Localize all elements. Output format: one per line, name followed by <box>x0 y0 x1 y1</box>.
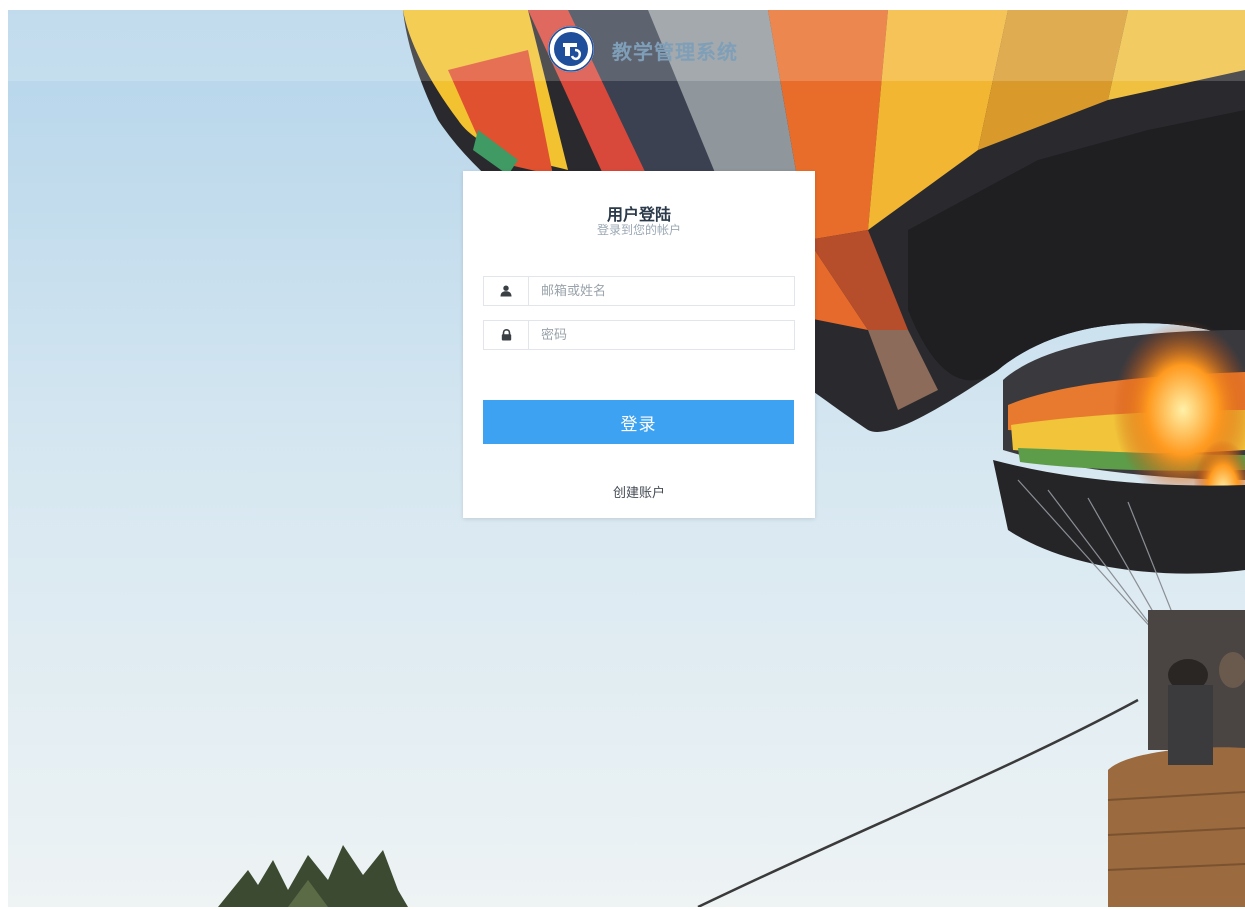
password-field-group <box>483 320 795 350</box>
user-icon <box>484 277 529 305</box>
login-card: 用户登陆 登录到您的帐户 登录 创建账户 <box>463 171 815 518</box>
password-input[interactable] <box>529 321 794 349</box>
school-logo-icon <box>548 26 594 72</box>
system-title: 教学管理系统 <box>612 40 738 64</box>
username-input[interactable] <box>529 277 794 305</box>
username-field-group <box>483 276 795 306</box>
lock-icon <box>484 321 529 349</box>
login-subtitle: 登录到您的帐户 <box>596 223 681 237</box>
create-account-link[interactable]: 创建账户 <box>463 482 815 501</box>
login-button[interactable]: 登录 <box>483 400 794 444</box>
